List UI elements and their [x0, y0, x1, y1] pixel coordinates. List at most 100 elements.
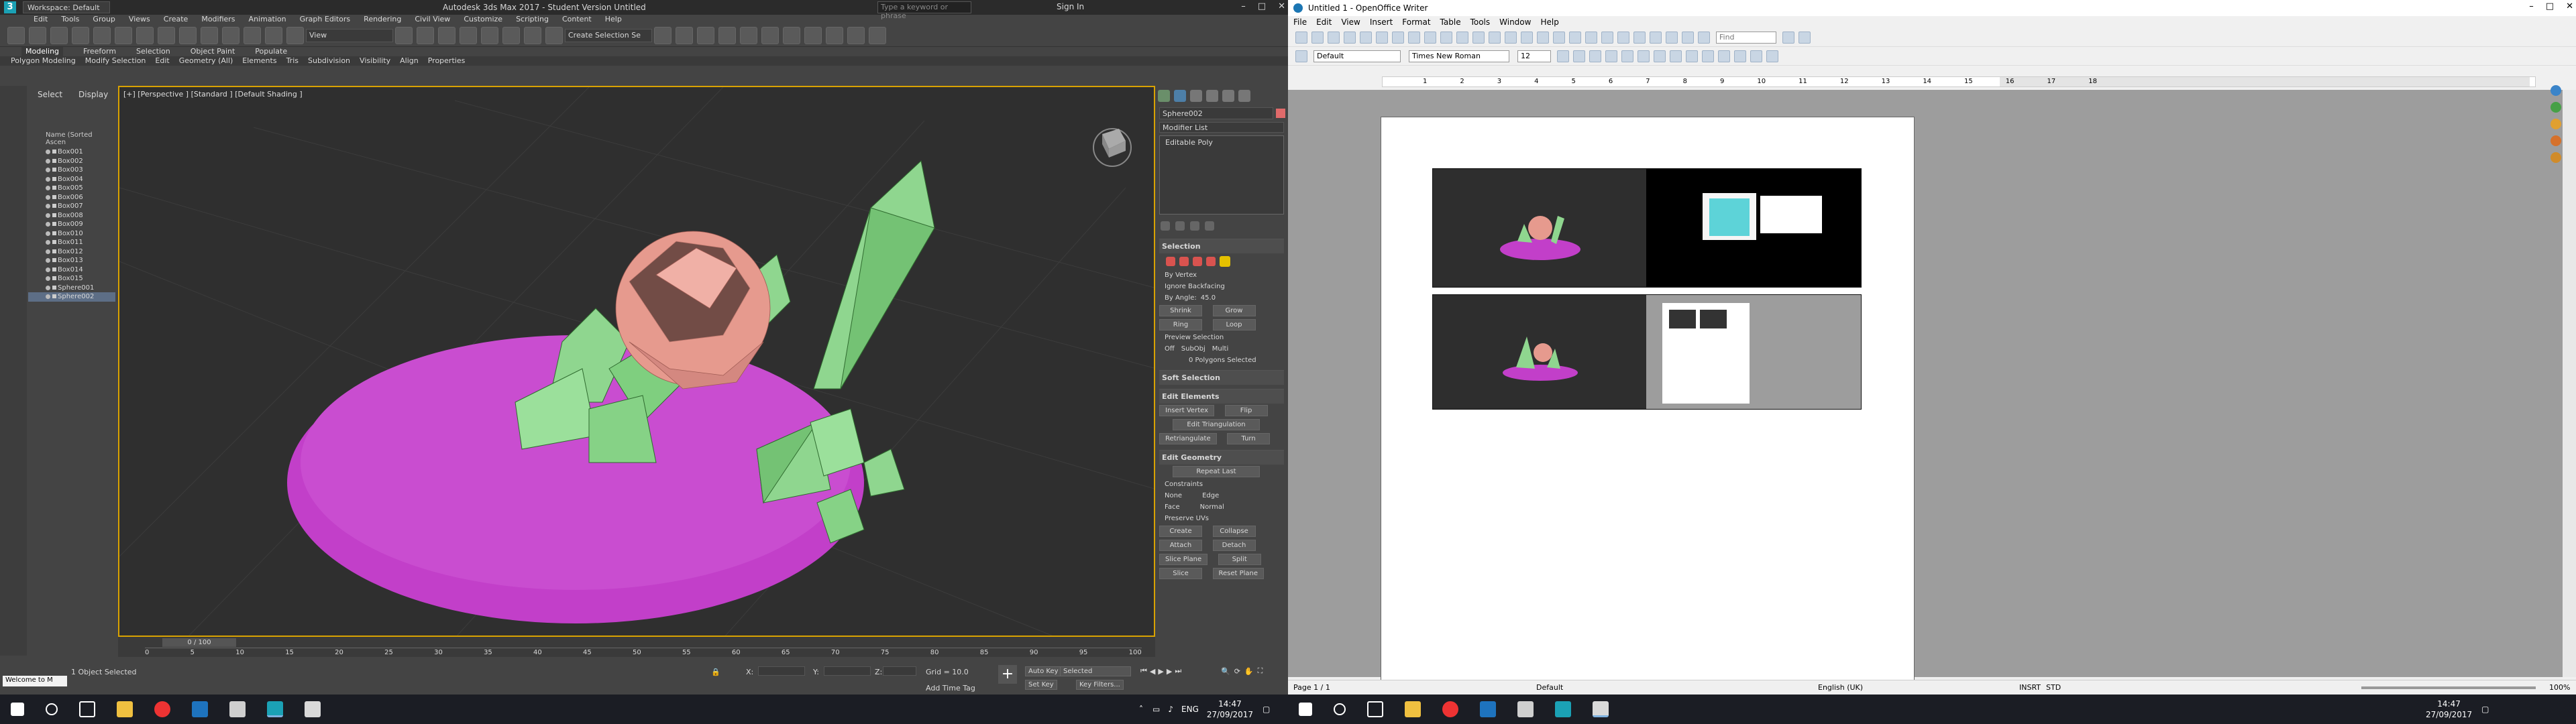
edit-file-icon[interactable] [1360, 31, 1372, 44]
spinner-snap-icon[interactable] [524, 26, 541, 44]
minimize-icon[interactable]: – [1241, 1, 1246, 11]
scene-item[interactable]: Box002 [28, 157, 115, 166]
scene-item[interactable]: Box015 [28, 274, 115, 284]
bind-space-warp-icon[interactable] [93, 26, 111, 44]
auto-key-button[interactable]: Auto Key [1025, 666, 1062, 676]
font-name-dropdown[interactable]: Times New Roman [1409, 50, 1509, 62]
undo-icon[interactable] [1521, 31, 1533, 44]
print-icon[interactable] [1392, 31, 1404, 44]
horizontal-ruler[interactable]: 1 2 3 4 5 6 7 8 9 10 11 12 13 14 15 16 1… [1382, 76, 2536, 87]
maximize-viewport-icon[interactable]: ⛶ [1258, 666, 1263, 676]
view-cube[interactable] [1093, 128, 1132, 167]
zoom-level[interactable]: 100% [2549, 683, 2570, 692]
max-logo-icon[interactable]: 3 [4, 1, 16, 13]
scene-item[interactable]: Box001 [28, 147, 115, 157]
ribbon-properties[interactable]: Properties [428, 56, 466, 66]
chrome-icon[interactable] [154, 701, 170, 717]
viewport-label[interactable]: [+] [Perspective ] [Standard ] [Default … [123, 90, 303, 99]
edit-named-sets-icon[interactable] [545, 26, 563, 44]
named-selection-sets-dropdown[interactable]: Create Selection Se [565, 28, 652, 42]
utilities-tab-icon[interactable] [1238, 90, 1250, 102]
select-by-name-icon[interactable] [158, 26, 175, 44]
scene-item[interactable]: Box007 [28, 202, 115, 211]
constraint-edge-radio[interactable]: Edge [1202, 492, 1219, 499]
tray-language[interactable]: ENG [1181, 704, 1199, 715]
justify-icon[interactable] [1654, 50, 1666, 62]
styles-deck-icon[interactable] [2551, 102, 2561, 113]
scene-item[interactable]: Box005 [28, 184, 115, 193]
3dsmax-taskbar-icon[interactable] [1555, 701, 1571, 717]
grow-button[interactable]: Grow [1212, 305, 1256, 316]
increase-indent-icon[interactable] [1718, 50, 1730, 62]
decrease-indent-icon[interactable] [1702, 50, 1714, 62]
scene-column-header[interactable]: Name (Sorted Ascen [28, 130, 115, 147]
preview-off-radio[interactable]: Off [1165, 345, 1175, 353]
scene-item[interactable]: Box003 [28, 166, 115, 175]
app-icon[interactable] [1480, 701, 1496, 717]
nonprinting-chars-icon[interactable] [1666, 31, 1678, 44]
selection-rollout[interactable]: Selection [1159, 239, 1284, 253]
sign-in-button[interactable]: Sign In [1057, 2, 1084, 11]
render-setup-icon[interactable] [804, 26, 822, 44]
by-vertex-checkbox[interactable]: By Vertex [1155, 269, 1288, 281]
link-icon[interactable] [50, 26, 68, 44]
minimize-icon[interactable]: – [2529, 1, 2534, 11]
properties-deck-icon[interactable] [2551, 85, 2561, 96]
email-icon[interactable] [1344, 31, 1356, 44]
embedded-screenshot-1[interactable] [1432, 168, 1862, 288]
styles-formatting-icon[interactable] [1295, 50, 1307, 62]
file-explorer-icon[interactable] [117, 701, 133, 717]
scene-item[interactable]: Box013 [28, 256, 115, 265]
menu-table[interactable]: Table [1440, 16, 1461, 28]
split-checkbox[interactable]: Split [1218, 554, 1261, 565]
ribbon-tris[interactable]: Tris [286, 56, 299, 66]
scene-item[interactable]: Box004 [28, 175, 115, 184]
play-icon[interactable]: ▶ [1158, 667, 1163, 676]
volume-icon[interactable]: ♪ [1168, 704, 1173, 715]
curve-editor-icon[interactable] [740, 26, 757, 44]
select-rotate-icon[interactable] [244, 26, 261, 44]
coord-y-field[interactable] [824, 666, 871, 676]
selection-mode[interactable]: STD [2046, 683, 2061, 692]
close-icon[interactable]: ✕ [1278, 1, 1285, 11]
timeline[interactable]: 0 / 100 0 5 10 15 20 25 30 35 40 45 50 5… [118, 637, 1155, 657]
search-icon[interactable] [46, 703, 58, 715]
material-editor-icon[interactable] [783, 26, 800, 44]
menu-scripting[interactable]: Scripting [516, 15, 549, 24]
zoom-icon[interactable]: 🔍 [1221, 667, 1230, 676]
align-center-icon[interactable] [1621, 50, 1633, 62]
bullets-icon[interactable] [1686, 50, 1698, 62]
page-style[interactable]: Default [1536, 683, 1563, 692]
file-explorer-icon[interactable] [1405, 701, 1421, 717]
spellcheck-icon[interactable] [1424, 31, 1436, 44]
highlighting-icon[interactable] [1750, 50, 1762, 62]
menu-view[interactable]: View [1341, 16, 1360, 28]
set-key-button[interactable]: Set Key [1025, 680, 1057, 690]
object-color-swatch[interactable] [1276, 109, 1285, 118]
open-icon[interactable] [1311, 31, 1324, 44]
manipulate-icon[interactable] [417, 26, 434, 44]
pivot-icon[interactable] [395, 26, 413, 44]
app-check-icon[interactable] [229, 701, 246, 717]
paste-icon[interactable] [1489, 31, 1501, 44]
menu-edit[interactable]: Edit [1316, 16, 1332, 28]
scene-item[interactable]: Box009 [28, 220, 115, 229]
unlink-icon[interactable] [72, 26, 89, 44]
find-next-icon[interactable] [1799, 31, 1811, 44]
underline-icon[interactable] [1589, 50, 1601, 62]
app-icon[interactable] [192, 701, 208, 717]
window-crossing-icon[interactable] [201, 26, 218, 44]
font-color-icon[interactable] [1734, 50, 1746, 62]
scene-item[interactable]: Box010 [28, 229, 115, 239]
ribbon-align[interactable]: Align [400, 56, 419, 66]
show-draw-icon[interactable] [1585, 31, 1597, 44]
menu-graph-editors[interactable]: Graph Editors [300, 15, 351, 24]
ribbon-visibility[interactable]: Visibility [360, 56, 390, 66]
scene-item[interactable]: Box006 [28, 193, 115, 202]
ribbon-tab-populate[interactable]: Populate [255, 47, 287, 56]
slice-button[interactable]: Slice [1159, 568, 1202, 579]
menu-tools[interactable]: Tools [1470, 16, 1491, 28]
export-pdf-icon[interactable] [1376, 31, 1388, 44]
slice-plane-button[interactable]: Slice Plane [1159, 554, 1208, 565]
percent-snap-icon[interactable] [502, 26, 520, 44]
